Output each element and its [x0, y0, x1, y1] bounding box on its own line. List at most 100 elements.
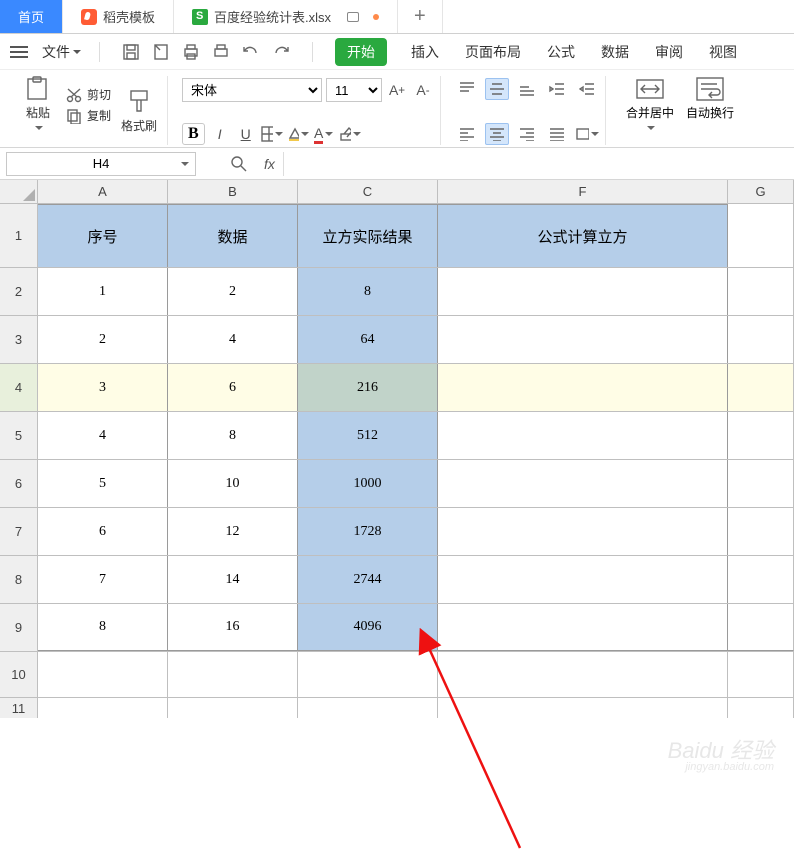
align-center-button[interactable] [485, 123, 509, 145]
cell[interactable] [728, 268, 794, 315]
copy-button[interactable]: 复制 [66, 107, 111, 124]
redo-icon[interactable] [272, 43, 290, 61]
cell[interactable] [728, 412, 794, 459]
cell[interactable] [438, 316, 728, 363]
cell[interactable]: 立方实际结果 [298, 204, 438, 267]
align-left-button[interactable] [455, 123, 479, 145]
cell[interactable] [438, 364, 728, 411]
formula-input[interactable] [283, 152, 794, 176]
select-all-corner[interactable] [0, 180, 38, 203]
cell[interactable]: 2 [38, 316, 168, 363]
cell[interactable]: 6 [168, 364, 298, 411]
cell[interactable] [438, 508, 728, 555]
cell[interactable] [38, 698, 168, 718]
cell[interactable]: 1000 [298, 460, 438, 507]
cell[interactable] [298, 698, 438, 718]
cell[interactable] [728, 652, 794, 697]
cell[interactable] [438, 652, 728, 697]
save-icon[interactable] [122, 43, 140, 61]
cell[interactable]: 16 [168, 604, 298, 651]
tab-home[interactable]: 首页 [0, 0, 63, 33]
merge-center-button[interactable]: 合并居中 [620, 76, 680, 145]
ribbon-tab-view[interactable]: 视图 [707, 38, 739, 66]
tab-templates[interactable]: 稻壳模板 [63, 0, 174, 33]
cell[interactable]: 8 [168, 412, 298, 459]
cell[interactable] [168, 698, 298, 718]
justify-button[interactable] [545, 123, 569, 145]
cell[interactable]: 14 [168, 556, 298, 603]
wrap-text-button[interactable]: 自动换行 [680, 76, 740, 145]
cell[interactable]: 8 [38, 604, 168, 651]
increase-font-button[interactable]: A+ [386, 79, 408, 101]
cell[interactable]: 4 [168, 316, 298, 363]
ribbon-tab-layout[interactable]: 页面布局 [463, 38, 523, 66]
cell[interactable] [728, 698, 794, 718]
font-size-select[interactable]: 11 [326, 78, 382, 102]
align-middle-button[interactable] [485, 78, 509, 100]
tab-document[interactable]: 百度经验统计表.xlsx [174, 0, 398, 33]
col-header-A[interactable]: A [38, 180, 168, 203]
col-header-F[interactable]: F [438, 180, 728, 203]
font-name-select[interactable]: 宋体 [182, 78, 322, 102]
print-icon[interactable] [182, 43, 200, 61]
row-header[interactable]: 2 [0, 268, 38, 315]
fill-color-button[interactable] [287, 123, 309, 145]
row-header[interactable]: 9 [0, 604, 38, 651]
increase-indent-button[interactable] [575, 78, 599, 100]
borders-button[interactable] [261, 123, 283, 145]
cell[interactable] [438, 412, 728, 459]
cell[interactable] [728, 460, 794, 507]
align-right-button[interactable] [515, 123, 539, 145]
cell[interactable]: 数据 [168, 204, 298, 267]
row-header[interactable]: 11 [0, 698, 38, 718]
col-header-B[interactable]: B [168, 180, 298, 203]
cell[interactable]: 8 [298, 268, 438, 315]
print-direct-icon[interactable] [212, 43, 230, 61]
cell[interactable] [728, 316, 794, 363]
cell[interactable] [168, 652, 298, 697]
ribbon-tab-formula[interactable]: 公式 [545, 38, 577, 66]
cell[interactable] [438, 460, 728, 507]
cell[interactable]: 216 [298, 364, 438, 411]
decrease-indent-button[interactable] [545, 78, 569, 100]
cell[interactable]: 公式计算立方 [438, 204, 728, 267]
cell[interactable] [728, 204, 794, 267]
italic-button[interactable]: I [209, 123, 231, 145]
cell[interactable]: 7 [38, 556, 168, 603]
font-color-button[interactable]: A [313, 123, 335, 145]
row-header[interactable]: 7 [0, 508, 38, 555]
align-bottom-button[interactable] [515, 78, 539, 100]
row-header[interactable]: 10 [0, 652, 38, 697]
cell[interactable]: 512 [298, 412, 438, 459]
search-icon[interactable] [230, 155, 248, 173]
cell[interactable] [728, 508, 794, 555]
cell[interactable]: 2744 [298, 556, 438, 603]
align-top-button[interactable] [455, 78, 479, 100]
file-menu[interactable]: 文件 [38, 42, 85, 62]
cell[interactable]: 64 [298, 316, 438, 363]
cell[interactable]: 6 [38, 508, 168, 555]
cell[interactable] [38, 652, 168, 697]
bold-button[interactable]: B [182, 123, 205, 145]
name-box[interactable]: H4 [6, 152, 196, 176]
hamburger-icon[interactable] [10, 46, 28, 58]
cell[interactable] [438, 268, 728, 315]
cell[interactable]: 4096 [298, 604, 438, 651]
tab-add[interactable]: + [398, 0, 443, 33]
cell[interactable]: 1 [38, 268, 168, 315]
col-header-C[interactable]: C [298, 180, 438, 203]
cell[interactable]: 序号 [38, 204, 168, 267]
col-header-G[interactable]: G [728, 180, 794, 203]
paste-button[interactable]: 粘贴 [16, 76, 60, 134]
orientation-button[interactable] [575, 123, 599, 145]
cell[interactable]: 2 [168, 268, 298, 315]
cut-button[interactable]: 剪切 [66, 86, 111, 103]
row-header[interactable]: 5 [0, 412, 38, 459]
cell[interactable]: 1728 [298, 508, 438, 555]
undo-icon[interactable] [242, 43, 260, 61]
cell[interactable] [728, 604, 794, 651]
cell[interactable] [728, 556, 794, 603]
cell[interactable]: 5 [38, 460, 168, 507]
ribbon-tab-insert[interactable]: 插入 [409, 38, 441, 66]
row-header[interactable]: 1 [0, 204, 38, 267]
